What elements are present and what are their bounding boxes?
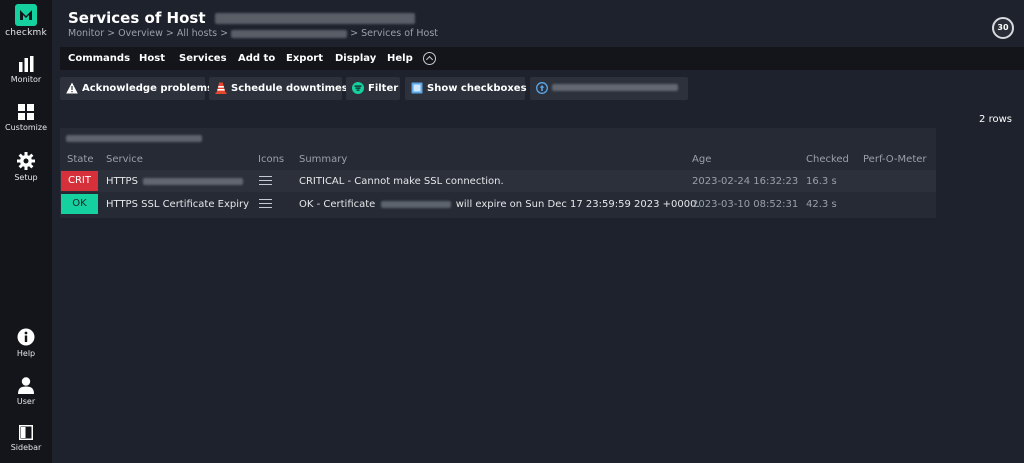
sidebar-item-label: Monitor: [10, 75, 42, 84]
sidebar-item-customize[interactable]: Customize: [0, 104, 52, 132]
acknowledge-label: Acknowledge problems: [82, 83, 214, 94]
column-header-summary[interactable]: Summary: [299, 154, 347, 165]
warning-icon: [66, 82, 78, 94]
sidebar-item-user[interactable]: User: [0, 377, 52, 406]
status-badge-ok: OK: [61, 194, 98, 214]
checkmk-logo-icon: [15, 4, 37, 26]
menu-icon[interactable]: [259, 176, 272, 186]
service-checked: 16.3 s: [806, 176, 837, 187]
column-header-service[interactable]: Service: [106, 154, 143, 165]
menu-commands[interactable]: Commands: [68, 53, 130, 64]
breadcrumb: Monitor > Overview > All hosts > > Servi…: [68, 28, 439, 39]
menu-add-to[interactable]: Add to: [238, 53, 275, 64]
menu-services[interactable]: Services: [179, 53, 227, 64]
row-count: 2 rows: [979, 114, 1012, 125]
menu-host[interactable]: Host: [139, 53, 165, 64]
collapse-menu-icon[interactable]: [423, 52, 436, 65]
filter-icon: [352, 82, 364, 94]
show-checkboxes-button[interactable]: Show checkboxes: [405, 77, 527, 100]
redacted-certificate-name: [380, 200, 451, 208]
summary-suffix: will expire on Sun Dec 17 23:59:59 2023 …: [455, 199, 700, 210]
breadcrumb-redacted-host[interactable]: [231, 29, 348, 38]
logo-text: checkmk: [5, 28, 47, 38]
user-icon: [18, 377, 34, 394]
service-age: 2023-03-10 08:52:31: [692, 199, 799, 210]
grid-icon: [18, 104, 34, 120]
acknowledge-problems-button[interactable]: Acknowledge problems: [60, 77, 213, 100]
column-header-icons[interactable]: Icons: [258, 154, 284, 165]
column-header-perf-o-meter[interactable]: Perf-O-Meter: [863, 154, 927, 165]
host-link-button[interactable]: [530, 77, 688, 100]
redacted-host-link: [552, 83, 678, 91]
sidebar-item-monitor[interactable]: Monitor: [0, 56, 52, 84]
sidebar-item-label: Help: [16, 349, 36, 358]
service-summary: CRITICAL - Cannot make SSL connection.: [299, 176, 504, 187]
service-summary: OK - Certificate will expire on Sun Dec …: [299, 199, 700, 210]
summary-prefix: OK - Certificate: [299, 199, 376, 210]
gear-icon: [17, 152, 35, 170]
service-name-text: HTTPS: [106, 176, 138, 187]
table-row: OK HTTPS SSL Certificate Expiry OK - Cer…: [60, 193, 936, 215]
sidebar-item-help[interactable]: Help: [0, 328, 52, 358]
upload-circle-icon: [536, 82, 548, 94]
checkboxes-label: Show checkboxes: [427, 83, 527, 94]
checkmk-logo[interactable]: checkmk: [0, 4, 52, 44]
sidebar-item-label: User: [16, 397, 36, 406]
breadcrumb-monitor[interactable]: Monitor: [68, 28, 104, 39]
service-age: 2023-02-24 16:32:23: [692, 176, 799, 187]
sidebar-icon: [19, 425, 33, 440]
traffic-cone-icon: [215, 82, 227, 94]
column-header-age[interactable]: Age: [692, 154, 711, 165]
schedule-downtimes-button[interactable]: Schedule downtimes: [209, 77, 348, 100]
column-header-state[interactable]: State: [67, 154, 93, 165]
filter-label: Filter: [368, 83, 399, 94]
breadcrumb-current: Services of Host: [361, 28, 439, 39]
sidebar-item-label: Setup: [14, 173, 38, 182]
table-title-redacted-host: [66, 135, 202, 142]
page-title-text: Services of Host: [68, 9, 206, 27]
schedule-label: Schedule downtimes: [231, 83, 348, 94]
menu-export[interactable]: Export: [286, 53, 323, 64]
status-badge-crit: CRIT: [61, 171, 98, 191]
reload-timer[interactable]: 30: [992, 17, 1014, 39]
menu-display[interactable]: Display: [335, 53, 376, 64]
sidebar-item-label: Customize: [5, 123, 47, 132]
service-name[interactable]: HTTPS SSL Certificate Expiry: [106, 199, 249, 210]
breadcrumb-all-hosts[interactable]: All hosts: [177, 28, 217, 39]
bar-chart-icon: [19, 56, 34, 72]
service-checked: 42.3 s: [806, 199, 837, 210]
checkbox-icon: [411, 82, 423, 94]
main-sidebar: checkmk Monitor Customize Setup Help Use…: [0, 0, 52, 463]
page-header: Services of Host Monitor > Overview > Al…: [52, 0, 1024, 46]
sidebar-item-setup[interactable]: Setup: [0, 152, 52, 182]
menu-icon[interactable]: [259, 199, 272, 209]
redacted-host-name: [214, 13, 415, 24]
sidebar-item-sidebar[interactable]: Sidebar: [0, 425, 52, 452]
redacted-service-suffix: [143, 177, 244, 185]
service-name[interactable]: HTTPS: [106, 176, 244, 187]
menu-help[interactable]: Help: [387, 53, 413, 64]
breadcrumb-overview[interactable]: Overview: [118, 28, 163, 39]
sidebar-item-label: Sidebar: [10, 443, 42, 452]
column-header-checked[interactable]: Checked: [806, 154, 849, 165]
filter-button[interactable]: Filter: [346, 77, 400, 100]
menu-bar: Commands Host Services Add to Export Dis…: [60, 47, 1024, 70]
info-icon: [17, 328, 35, 346]
page-title: Services of Host: [68, 9, 415, 27]
table-row: CRIT HTTPS CRITICAL - Cannot make SSL co…: [60, 170, 936, 192]
